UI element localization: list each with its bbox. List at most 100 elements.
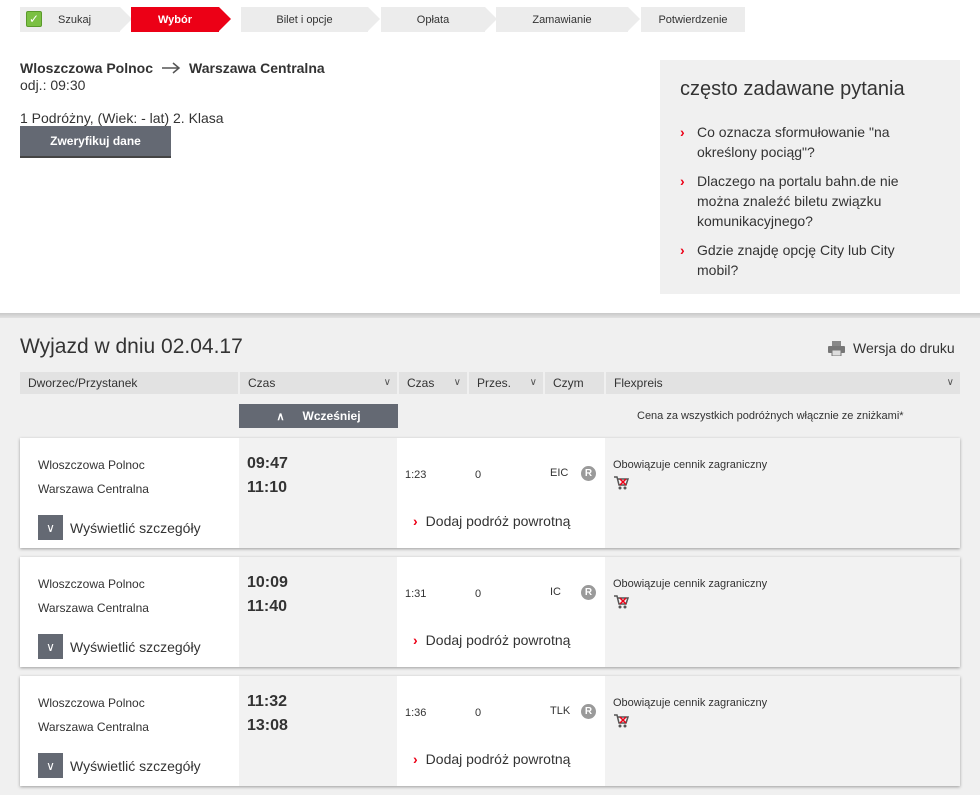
chevron-down-icon: ∨ <box>453 377 461 388</box>
verify-data-button[interactable]: Zweryfikuj dane <box>20 126 171 156</box>
faq-link-label: Gdzie znajdę opcję City lub City mobil? <box>697 242 895 278</box>
traveller-info: 1 Podróżny, (Wiek: - lat) 2. Klasa <box>20 110 224 126</box>
step-label: Szukaj <box>58 13 92 26</box>
price-info: Obowiązuje cennik zagraniczny <box>613 697 768 709</box>
reservation-badge: R <box>581 704 596 719</box>
chevron-down-icon: ∨ <box>529 377 537 388</box>
print-link[interactable]: Wersja do druku <box>828 340 955 356</box>
departure-time: odj.: 09:30 <box>20 77 86 93</box>
destination-station: Warszawa Centralna <box>189 60 325 76</box>
step-label: Opłata <box>416 13 450 26</box>
add-return-label: Dodaj podróż powrotną <box>425 751 571 767</box>
chevron-right-icon: › <box>413 513 418 529</box>
chevron-up-icon: ∧ <box>276 410 285 423</box>
chevron-down-icon: ∨ <box>38 634 63 659</box>
add-return-label: Dodaj podróż powrotną <box>425 632 571 648</box>
changes: 0 <box>475 588 482 600</box>
destination-station: Warszawa Centralna <box>38 720 149 734</box>
chevron-right-icon: › <box>413 632 418 648</box>
departure-time: 11:32 <box>247 693 288 710</box>
faq-link[interactable]: › Dlaczego na portalu bahn.de nie można … <box>680 171 920 231</box>
column-changes-sort[interactable]: Przes. ∨ <box>469 372 543 394</box>
arrival-time: 13:08 <box>247 717 288 734</box>
chevron-right-icon: › <box>680 173 685 189</box>
details-label: Wyświetlić szczegóły <box>70 638 201 655</box>
earlier-label: Wcześniej <box>302 409 361 423</box>
add-return-link[interactable]: › Dodaj podróż powrotną <box>413 751 570 767</box>
details-label: Wyświetlić szczegóły <box>70 519 201 536</box>
column-product: Czym <box>545 372 604 394</box>
chevron-right-icon: › <box>680 242 685 258</box>
connection-card: Wloszczowa Polnoc Warszawa Centralna ∨ W… <box>20 557 960 667</box>
add-return-link[interactable]: › Dodaj podróż powrotną <box>413 632 570 648</box>
reservation-badge: R <box>581 466 596 481</box>
printer-icon <box>828 340 845 356</box>
column-duration-sort[interactable]: Czas ∨ <box>399 372 467 394</box>
train-product: IC <box>550 586 561 598</box>
show-details-button[interactable]: ∨ Wyświetlić szczegóły <box>38 515 201 540</box>
chevron-right-icon: › <box>413 751 418 767</box>
duration: 1:31 <box>405 588 427 600</box>
details-label: Wyświetlić szczegóły <box>70 757 201 774</box>
price-info: Obowiązuje cennik zagraniczny <box>613 459 768 471</box>
route-summary: Wloszczowa Polnoc Warszawa Centralna <box>20 60 325 76</box>
earlier-button[interactable]: ∧ Wcześniej <box>239 404 398 428</box>
show-details-button[interactable]: ∨ Wyświetlić szczegóły <box>38 634 201 659</box>
cart-icon[interactable] <box>613 713 629 729</box>
step-label: Potwierdzenie <box>658 13 728 26</box>
faq-panel: często zadawane pytania › Co oznacza sfo… <box>660 60 960 294</box>
connection-card: Wloszczowa Polnoc Warszawa Centralna ∨ W… <box>20 438 960 548</box>
reservation-badge: R <box>581 585 596 600</box>
departure-time: 09:47 <box>247 455 288 472</box>
checkmark-icon: ✓ <box>26 11 42 27</box>
origin-station: Wloszczowa Polnoc <box>38 458 145 472</box>
show-details-button[interactable]: ∨ Wyświetlić szczegóły <box>38 753 201 778</box>
step-payment: Opłata <box>381 7 497 32</box>
step-label: Bilet i opcje <box>276 13 333 26</box>
add-return-link[interactable]: › Dodaj podróż powrotną <box>413 513 570 529</box>
chevron-right-icon: › <box>680 124 685 140</box>
arrival-time: 11:40 <box>247 598 288 615</box>
connection-card: Wloszczowa Polnoc Warszawa Centralna ∨ W… <box>20 676 960 786</box>
column-fare-select[interactable]: Flexpreis ∨ <box>606 372 960 394</box>
faq-link-label: Co oznacza sformułowanie "na określony p… <box>697 124 890 160</box>
column-station: Dworzec/Przystanek <box>20 372 238 394</box>
departure-time: 10:09 <box>247 574 288 591</box>
price-note: Cena za wszystkich podróżnych włącznie z… <box>637 410 904 422</box>
faq-link[interactable]: › Co oznacza sformułowanie "na określony… <box>680 122 920 162</box>
train-product: EIC <box>550 467 569 479</box>
faq-link-label: Dlaczego na portalu bahn.de nie można zn… <box>697 173 899 229</box>
destination-station: Warszawa Centralna <box>38 482 149 496</box>
print-label: Wersja do druku <box>853 340 955 356</box>
arrow-right-icon <box>162 62 181 74</box>
step-ticket-options: Bilet i opcje <box>241 7 380 32</box>
duration: 1:36 <box>405 707 427 719</box>
chevron-down-icon: ∨ <box>946 377 954 388</box>
changes: 0 <box>475 469 482 481</box>
arrival-time: 11:10 <box>247 479 288 496</box>
chevron-down-icon: ∨ <box>383 377 391 388</box>
train-product: TLK <box>550 705 571 717</box>
step-search[interactable]: ✓ Szukaj <box>20 7 132 32</box>
origin-station: Wloszczowa Polnoc <box>38 696 145 710</box>
origin-station: Wloszczowa Polnoc <box>38 577 145 591</box>
origin-station: Wloszczowa Polnoc <box>20 60 154 76</box>
changes: 0 <box>475 707 482 719</box>
price-info: Obowiązuje cennik zagraniczny <box>613 578 768 590</box>
step-label: Zamawianie <box>532 13 592 26</box>
duration: 1:23 <box>405 469 427 481</box>
chevron-down-icon: ∨ <box>38 515 63 540</box>
step-label: Wybór <box>157 13 193 26</box>
step-confirmation: Potwierdzenie <box>641 7 745 32</box>
cart-icon[interactable] <box>613 594 629 610</box>
destination-station: Warszawa Centralna <box>38 601 149 615</box>
step-selection: Wybór <box>131 7 231 32</box>
cart-icon[interactable] <box>613 475 629 491</box>
results-heading: Wyjazd w dniu 02.04.17 <box>20 335 243 358</box>
add-return-label: Dodaj podróż powrotną <box>425 513 571 529</box>
step-order: Zamawianie <box>496 7 640 32</box>
faq-title: często zadawane pytania <box>680 78 905 100</box>
column-time-sort[interactable]: Czas ∨ <box>240 372 397 394</box>
faq-link[interactable]: › Gdzie znajdę opcję City lub City mobil… <box>680 240 920 280</box>
chevron-down-icon: ∨ <box>38 753 63 778</box>
